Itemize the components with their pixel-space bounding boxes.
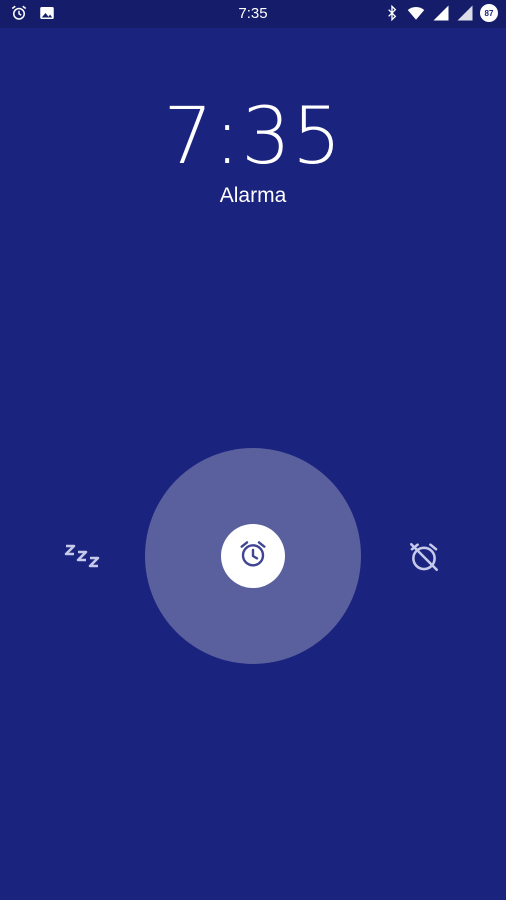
- wifi-icon: [406, 4, 426, 22]
- bluetooth-icon: [384, 4, 400, 22]
- status-right-icons: 87: [384, 4, 498, 22]
- alarm-drag-handle[interactable]: [221, 524, 285, 588]
- signal-icon: [432, 4, 450, 22]
- signal-icon: [456, 4, 474, 22]
- snooze-button[interactable]: [64, 540, 104, 574]
- dismiss-button[interactable]: [407, 540, 441, 574]
- status-bar: 7:35 87: [0, 0, 506, 28]
- snooze-icon: [64, 544, 100, 568]
- alarm-label: Alarma: [219, 184, 287, 207]
- battery-icon: 87: [480, 4, 498, 22]
- alarm-time: 7:35: [163, 92, 343, 182]
- alarm-off-icon: [409, 542, 439, 572]
- alarm-clock-icon: [237, 538, 269, 575]
